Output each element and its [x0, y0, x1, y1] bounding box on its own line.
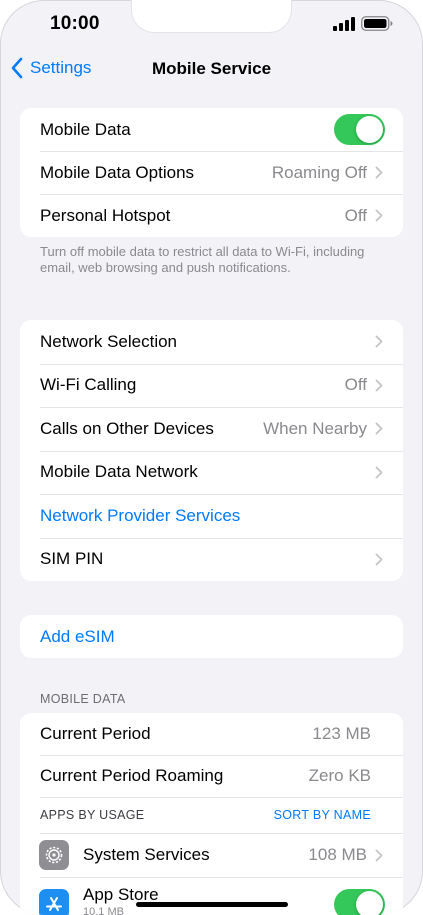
mobile-data-footer-note: Turn off mobile data to restrict all dat… [40, 244, 365, 275]
network-selection-label: Network Selection [40, 331, 178, 351]
current-period-roaming-label: Current Period Roaming [40, 766, 224, 785]
navigation-bar: Settings Mobile Service [0, 50, 423, 86]
mobile-data-network-row[interactable]: Mobile Data Network [20, 450, 403, 495]
battery-icon [361, 16, 393, 31]
app-usage-value: 108 MB [308, 845, 367, 864]
chevron-right-icon [375, 466, 383, 479]
toggle-knob [356, 116, 383, 143]
personal-hotspot-row[interactable]: Personal Hotspot Off [20, 194, 403, 237]
mobile-data-options-value: Roaming Off [271, 162, 367, 182]
app-row-app-store[interactable]: App Store 10.1 MB [20, 877, 403, 915]
status-bar: 10:00 [0, 0, 423, 50]
app-store-icon [39, 889, 69, 915]
notch [132, 0, 291, 32]
calls-on-other-devices-label: Calls on Other Devices [40, 418, 214, 438]
mobile-data-label: Mobile Data [40, 119, 131, 139]
personal-hotspot-value: Off [344, 205, 367, 225]
add-esim-row[interactable]: Add eSIM [20, 615, 403, 658]
network-selection-row[interactable]: Network Selection [20, 320, 403, 364]
calls-on-other-devices-value: When Nearby [263, 418, 367, 438]
app-usage-subtitle: 10.1 MB [83, 906, 124, 915]
current-period-roaming-value: Zero KB [308, 766, 371, 785]
mobile-data-section-header: MOBILE DATA [40, 692, 126, 706]
sort-by-name-button[interactable]: SORT BY NAME [274, 808, 371, 822]
page-title: Mobile Service [151, 59, 272, 78]
network-provider-services-row[interactable]: Network Provider Services [20, 494, 403, 538]
mobile-data-network-label: Mobile Data Network [40, 462, 198, 482]
app-row-system-services[interactable]: System Services 108 MB [20, 833, 403, 877]
status-time: 10:00 [50, 13, 100, 34]
gear-icon [39, 840, 69, 870]
cellular-signal-icon [333, 17, 355, 31]
chevron-right-icon [375, 166, 383, 179]
wifi-calling-row[interactable]: Wi-Fi Calling Off [20, 363, 403, 408]
wifi-calling-label: Wi-Fi Calling [40, 375, 137, 395]
sim-pin-row[interactable]: SIM PIN [20, 537, 403, 582]
personal-hotspot-label: Personal Hotspot [40, 205, 171, 225]
home-indicator[interactable] [136, 902, 288, 907]
mobile-data-toggle[interactable] [334, 114, 385, 145]
phone-screen: 10:00 Settings Mobile Service Mobile Dat… [0, 0, 423, 915]
toggle-knob [356, 891, 383, 915]
sim-pin-label: SIM PIN [40, 549, 104, 569]
apps-by-usage-header-row: APPS BY USAGE SORT BY NAME [20, 797, 403, 833]
chevron-right-icon [375, 209, 383, 222]
add-esim-link[interactable]: Add eSIM [40, 627, 383, 647]
mobile-data-group: Mobile Data Mobile Data Options Roaming … [20, 108, 403, 237]
network-provider-services-link[interactable]: Network Provider Services [40, 506, 383, 526]
mobile-data-usage-group: Current Period 123 MB Current Period Roa… [20, 713, 403, 915]
apps-by-usage-label: APPS BY USAGE [40, 808, 145, 822]
mobile-data-options-row[interactable]: Mobile Data Options Roaming Off [20, 151, 403, 194]
chevron-right-icon [375, 335, 383, 348]
chevron-right-icon [375, 379, 383, 392]
app-name: System Services [83, 845, 210, 864]
current-period-roaming-row: Current Period Roaming Zero KB [20, 755, 403, 797]
chevron-right-icon [375, 422, 383, 435]
mobile-data-options-label: Mobile Data Options [40, 162, 195, 182]
calls-on-other-devices-row[interactable]: Calls on Other Devices When Nearby [20, 407, 403, 451]
current-period-row: Current Period 123 MB [20, 713, 403, 755]
esim-group: Add eSIM [20, 615, 403, 658]
chevron-right-icon [375, 553, 383, 566]
app-name-block: App Store 10.1 MB [83, 885, 334, 915]
current-period-label: Current Period [40, 724, 151, 743]
mobile-data-row[interactable]: Mobile Data [20, 108, 403, 151]
network-group: Network Selection Wi-Fi Calling Off Call… [20, 320, 403, 581]
chevron-right-icon [375, 849, 383, 861]
app-store-data-toggle[interactable] [334, 889, 385, 915]
current-period-value: 123 MB [312, 724, 371, 743]
wifi-calling-value: Off [344, 375, 367, 395]
